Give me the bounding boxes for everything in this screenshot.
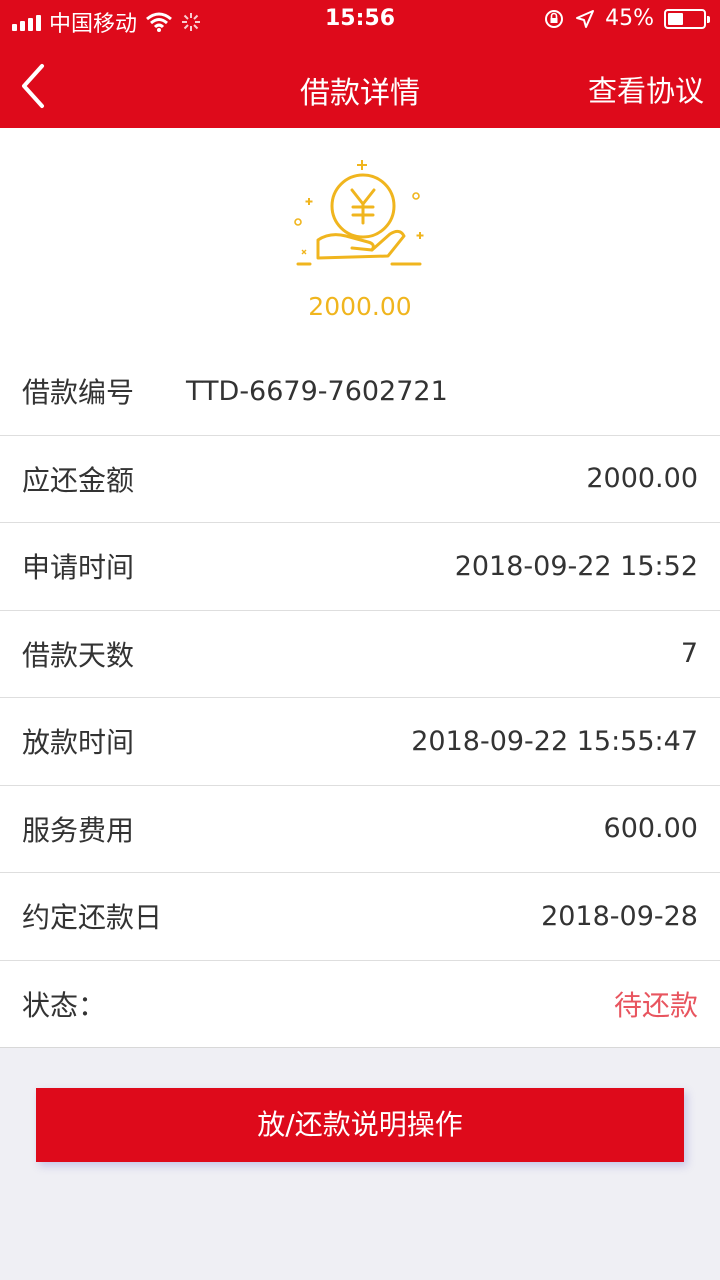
loan-details-list: 借款编号 TTD-6679-7602721 应还金额 2000.00 申请时间 …: [0, 348, 720, 1048]
repay-amount-row: 应还金额 2000.00: [0, 436, 720, 523]
view-agreement-link[interactable]: 查看协议: [588, 68, 704, 110]
row-label: 约定还款日: [22, 901, 163, 935]
apply-time-row: 申请时间 2018-09-22 15:52: [0, 523, 720, 611]
status-badge: 待还款: [613, 988, 698, 1022]
row-value: 2018-09-22 15:52: [454, 550, 698, 582]
disburse-time-row: 放款时间 2018-09-22 15:55:47: [0, 698, 720, 786]
loan-summary: 2000.00: [0, 128, 720, 348]
location-icon: [576, 9, 595, 28]
row-label: 应还金额: [22, 463, 135, 497]
navbar: 借款详情 查看协议: [0, 44, 720, 128]
loan-amount: 2000.00: [308, 292, 412, 321]
row-label: 放款时间: [22, 726, 135, 760]
row-value: 2018-09-28: [541, 900, 698, 932]
battery-icon: [664, 8, 710, 29]
status-bar: 中国移动 15:56 45%: [0, 0, 720, 40]
row-value: 600.00: [603, 813, 698, 845]
loan-instructions-button[interactable]: 放/还款说明操作: [36, 1088, 684, 1162]
row-label: 申请时间: [22, 551, 135, 585]
battery-percent: 45%: [605, 6, 654, 31]
back-button[interactable]: [14, 62, 58, 110]
header: 中国移动 15:56 45% 借款详情 查看协议: [0, 0, 720, 128]
loan-days-row: 借款天数 7: [0, 611, 720, 698]
row-label: 状态：: [22, 988, 107, 1022]
row-value: 2018-09-22 15:55:47: [411, 725, 698, 757]
orientation-lock-icon: [545, 9, 564, 28]
row-value: TTD-6679-7602721: [186, 375, 448, 407]
row-label: 服务费用: [22, 813, 135, 847]
service-fee-row: 服务费用 600.00: [0, 786, 720, 873]
row-value: 2000.00: [586, 463, 698, 495]
chevron-left-icon: [22, 64, 44, 108]
due-date-row: 约定还款日 2018-09-28: [0, 873, 720, 961]
loan-number-row: 借款编号 TTD-6679-7602721: [0, 348, 720, 436]
row-value: 7: [680, 638, 698, 670]
row-label: 借款天数: [22, 638, 135, 672]
coin-hand-icon: [294, 160, 424, 266]
row-label: 借款编号: [22, 376, 135, 410]
status-row: 状态： 待还款: [0, 961, 720, 1048]
